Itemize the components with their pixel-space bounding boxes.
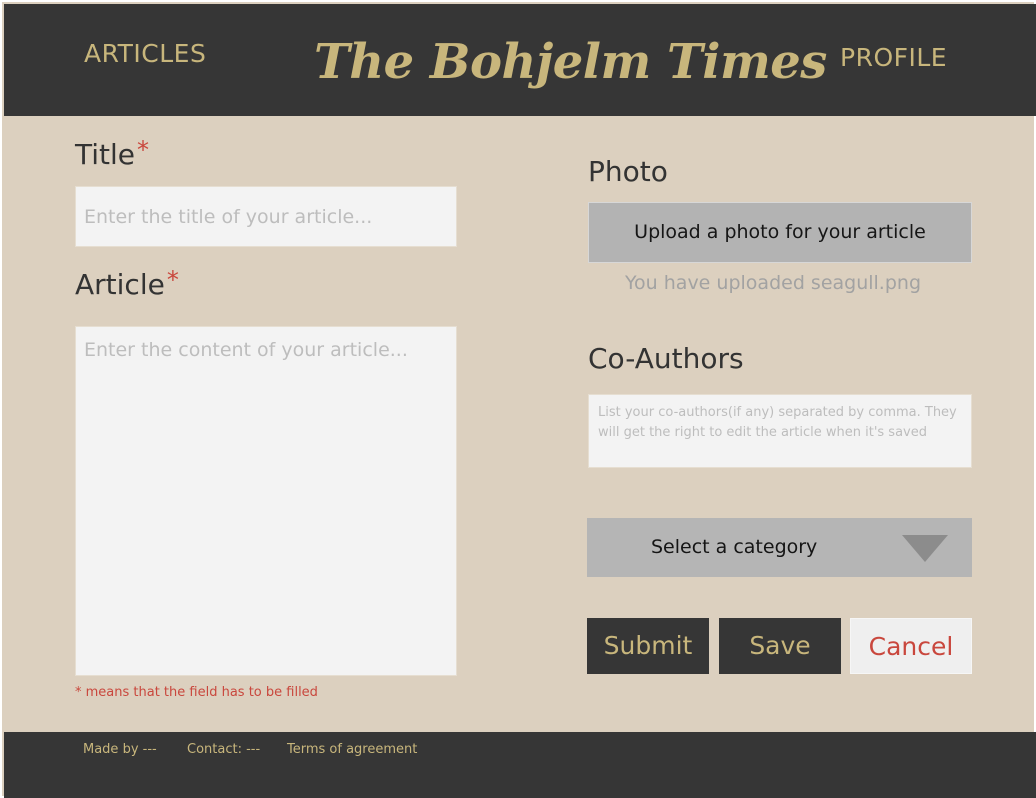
cancel-button[interactable]: Cancel: [850, 618, 972, 674]
chevron-down-icon: [902, 535, 948, 562]
photo-label: Photo: [588, 155, 668, 188]
nav-profile-link[interactable]: PROFILE: [840, 2, 947, 114]
page-frame: ARTICLES The Bohjelm Times PROFILE Title…: [0, 0, 1036, 798]
footer-contact: Contact: ---: [187, 742, 261, 757]
article-label-text: Article: [75, 268, 165, 301]
required-hint: * means that the field has to be filled: [75, 685, 318, 700]
title-label: Title*: [75, 136, 150, 171]
category-select-label: Select a category: [651, 536, 818, 558]
coauthors-textarea[interactable]: [588, 394, 972, 468]
coauthors-label: Co-Authors: [588, 342, 744, 375]
nav-articles-link[interactable]: ARTICLES: [84, 0, 206, 110]
article-label: Article*: [75, 266, 179, 301]
article-textarea[interactable]: [75, 326, 457, 676]
category-select[interactable]: Select a category: [587, 518, 972, 577]
footer-terms-link[interactable]: Terms of agreement: [287, 742, 417, 757]
footer-made-by: Made by ---: [83, 742, 157, 757]
site-footer: Made by --- Contact: --- Terms of agreem…: [4, 732, 1036, 798]
upload-photo-button[interactable]: Upload a photo for your article: [588, 202, 972, 263]
site-header: ARTICLES The Bohjelm Times PROFILE: [4, 4, 1036, 116]
submit-button[interactable]: Submit: [587, 618, 709, 674]
site-logo: The Bohjelm Times: [314, 34, 827, 90]
upload-status: You have uploaded seagull.png: [624, 272, 922, 294]
required-marker: *: [137, 136, 150, 164]
title-input[interactable]: [75, 186, 457, 247]
required-marker: *: [166, 266, 179, 294]
save-button[interactable]: Save: [719, 618, 841, 674]
title-label-text: Title: [75, 138, 136, 171]
